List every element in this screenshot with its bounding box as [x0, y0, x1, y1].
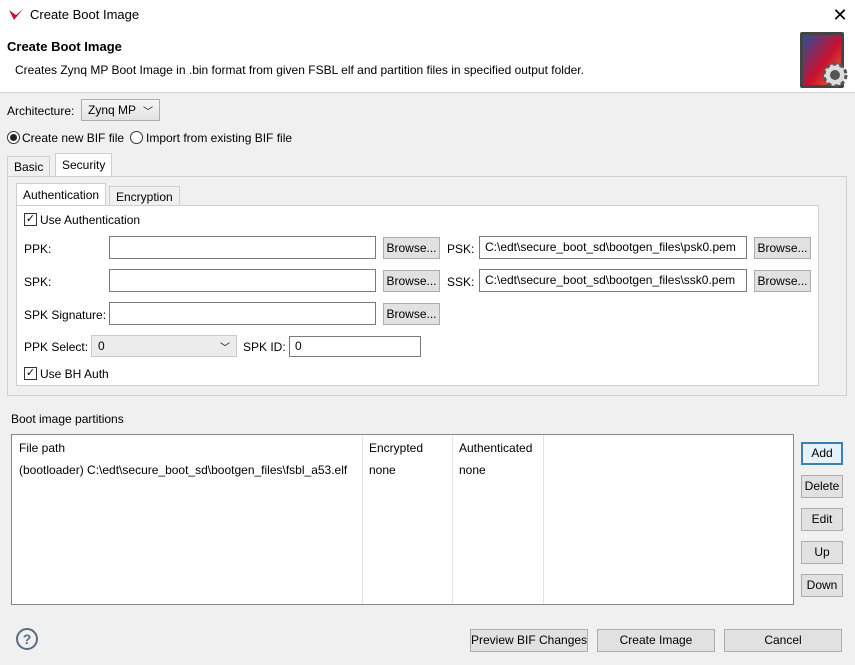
page-description: Creates Zynq MP Boot Image in .bin forma…	[15, 63, 584, 77]
ppk-select-value: 0	[98, 339, 105, 353]
vivado-logo-icon	[9, 9, 23, 20]
spk-signature-browse-button[interactable]: Browse...	[383, 303, 440, 325]
down-button[interactable]: Down	[801, 574, 843, 597]
column-header-encrypted[interactable]: Encrypted	[369, 441, 423, 455]
create-image-button[interactable]: Create Image	[597, 629, 715, 652]
ssk-label: SSK:	[447, 275, 475, 289]
spk-field[interactable]	[109, 269, 376, 292]
architecture-value: Zynq MP	[88, 103, 137, 117]
use-authentication-label: Use Authentication	[40, 213, 141, 227]
column-header-file-path[interactable]: File path	[19, 441, 65, 455]
up-button[interactable]: Up	[801, 541, 843, 564]
cell-encrypted: none	[369, 463, 396, 477]
import-bif-label: Import from existing BIF file	[146, 131, 293, 145]
spk-label: SPK:	[24, 275, 52, 289]
spk-id-label: SPK ID:	[243, 340, 286, 354]
psk-field[interactable]: C:\edt\secure_boot_sd\bootgen_files\psk0…	[479, 236, 747, 259]
chevron-down-icon: ﹀	[220, 343, 230, 354]
ppk-label: PPK:	[24, 242, 52, 256]
cell-file-path: (bootloader) C:\edt\secure_boot_sd\bootg…	[19, 463, 348, 477]
import-bif-radio[interactable]	[130, 131, 143, 144]
boot-image-gear-icon	[800, 32, 848, 88]
add-button[interactable]: Add	[801, 442, 843, 465]
cell-authenticated: none	[459, 463, 486, 477]
dialog-header	[0, 30, 855, 93]
help-icon[interactable]: ?	[16, 628, 38, 650]
create-bif-radio[interactable]	[7, 131, 20, 144]
spk-signature-field[interactable]	[109, 302, 376, 325]
partitions-title: Boot image partitions	[11, 412, 124, 426]
ppk-select-dropdown[interactable]: 0 ﹀	[91, 335, 237, 357]
chevron-down-icon: ﹀	[143, 107, 153, 118]
spk-signature-label: SPK Signature:	[24, 308, 107, 322]
edit-button[interactable]: Edit	[801, 508, 843, 531]
tab-security[interactable]: Security	[55, 153, 113, 177]
cancel-button[interactable]: Cancel	[724, 629, 842, 652]
psk-label: PSK:	[447, 242, 475, 256]
tab-basic[interactable]: Basic	[7, 156, 51, 176]
spk-id-field[interactable]: 0	[289, 336, 421, 357]
spk-browse-button[interactable]: Browse...	[383, 270, 440, 292]
psk-browse-button[interactable]: Browse...	[754, 237, 811, 259]
page-title: Create Boot Image	[7, 39, 122, 54]
ppk-select-label: PPK Select:	[24, 340, 89, 354]
delete-button[interactable]: Delete	[801, 475, 843, 498]
window-title: Create Boot Image	[30, 7, 140, 22]
use-authentication-checkbox[interactable]: ✓	[24, 213, 37, 226]
tab-encryption[interactable]: Encryption	[109, 186, 180, 206]
ppk-browse-button[interactable]: Browse...	[383, 237, 440, 259]
architecture-label: Architecture:	[7, 104, 75, 118]
authentication-panel	[16, 205, 819, 386]
architecture-select[interactable]: Zynq MP ﹀	[81, 99, 160, 121]
ssk-browse-button[interactable]: Browse...	[754, 270, 811, 292]
tab-authentication[interactable]: Authentication	[16, 183, 107, 206]
create-bif-label: Create new BIF file	[22, 131, 125, 145]
preview-bif-changes-button[interactable]: Preview BIF Changes	[470, 629, 588, 652]
column-header-authenticated[interactable]: Authenticated	[459, 441, 532, 455]
table-row[interactable]: (bootloader) C:\edt\secure_boot_sd\bootg…	[12, 459, 793, 479]
use-bh-auth-label: Use BH Auth	[40, 367, 109, 381]
ppk-field[interactable]	[109, 236, 376, 259]
ssk-field[interactable]: C:\edt\secure_boot_sd\bootgen_files\ssk0…	[479, 269, 747, 292]
close-icon[interactable]: ✕	[826, 2, 854, 28]
use-bh-auth-checkbox[interactable]: ✓	[24, 367, 37, 380]
